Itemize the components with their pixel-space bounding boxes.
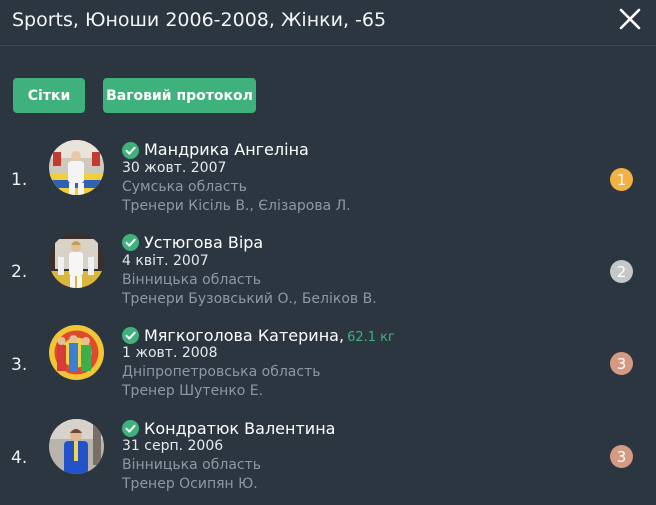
athlete-coaches: Тренери Бузовський О., Беліков В. — [122, 291, 377, 307]
athlete-region: Вінницька область — [122, 457, 261, 473]
avatar[interactable] — [49, 419, 104, 474]
avatar[interactable] — [49, 325, 104, 380]
athlete-row[interactable]: 4. Кондратюк Валентина 31 серп. 2006 Він… — [0, 414, 656, 504]
weigh-in-protocol-button[interactable]: Ваговий протокол — [103, 78, 256, 113]
rank-number: 4. — [11, 448, 28, 468]
athlete-region: Вінницька область — [122, 272, 261, 288]
athlete-region: Сумська область — [122, 179, 247, 195]
place-badge: 1 — [610, 168, 633, 191]
avatar[interactable] — [49, 140, 104, 195]
verified-check-icon — [122, 327, 139, 344]
page-title: Sports, Юноши 2006-2008, Жінки, -65 — [12, 9, 387, 31]
athlete-row[interactable]: 3. Мягкоголова Катерина, 62.1 кг 1 жовт. … — [0, 321, 656, 411]
athlete-name[interactable]: Мандрика Ангеліна — [144, 140, 312, 159]
rank-number: 1. — [11, 170, 28, 190]
rank-number: 3. — [11, 355, 28, 375]
athlete-coaches: Тренер Шутенко Е. — [122, 383, 264, 399]
athlete-dob: 31 серп. 2006 — [122, 438, 224, 454]
verified-check-icon — [122, 420, 139, 437]
athlete-dob: 30 жовт. 2007 — [122, 160, 227, 176]
athlete-dob: 1 жовт. 2008 — [122, 345, 218, 361]
athlete-name[interactable]: Кондратюк Валентина — [144, 419, 338, 438]
place-badge: 2 — [610, 260, 633, 283]
athlete-coaches: Тренери Кісіль В., Єлізарова Л. — [122, 198, 351, 214]
close-icon[interactable] — [616, 5, 644, 33]
athlete-weight: 62.1 кг — [347, 330, 395, 345]
verified-check-icon — [122, 142, 139, 159]
athlete-row[interactable]: 2. Устюгова Віра 4 квіт. 2007 Вінницька … — [0, 228, 656, 318]
rank-number: 2. — [11, 262, 28, 282]
grids-button[interactable]: Сітки — [13, 78, 85, 113]
athlete-name[interactable]: Мягкоголова Катерина, 62.1 кг — [144, 326, 395, 345]
verified-check-icon — [122, 234, 139, 251]
athlete-row[interactable]: 1. Мандрика Ангеліна 30 жовт. 2007 Сумсь… — [0, 135, 656, 225]
athlete-coaches: Тренер Осипян Ю. — [122, 476, 258, 492]
modal-header: Sports, Юноши 2006-2008, Жінки, -65 — [0, 0, 656, 46]
athlete-region: Дніпропетровська область — [122, 364, 321, 380]
place-badge: 3 — [610, 445, 633, 468]
avatar[interactable] — [49, 233, 104, 288]
athlete-name[interactable]: Устюгова Віра — [144, 233, 266, 252]
athlete-dob: 4 квіт. 2007 — [122, 253, 209, 269]
place-badge: 3 — [610, 352, 633, 375]
